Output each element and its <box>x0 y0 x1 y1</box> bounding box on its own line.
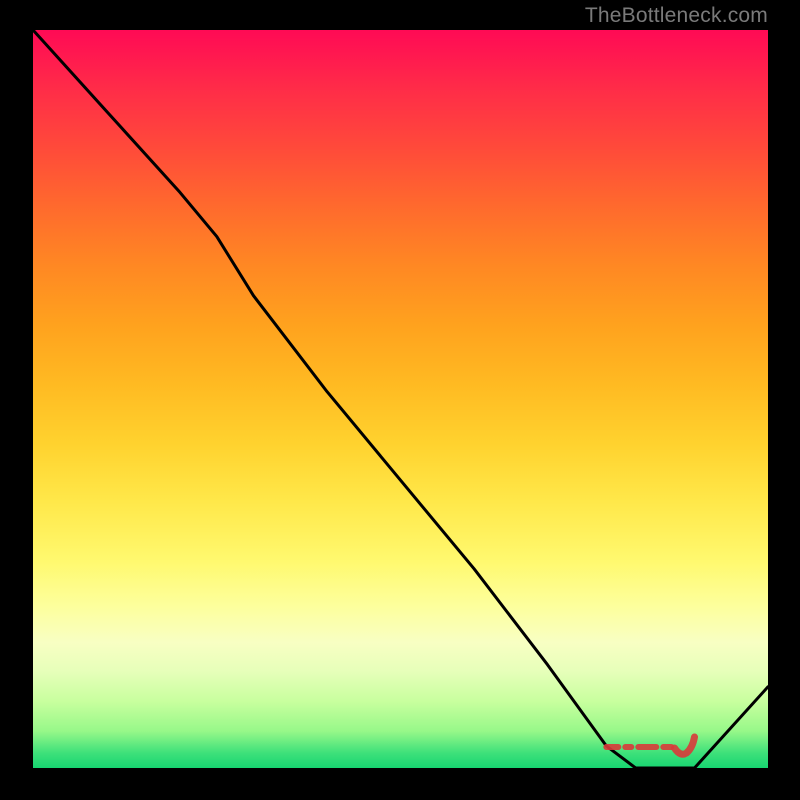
bottleneck-curve <box>33 30 768 768</box>
chart-overlay <box>33 30 768 768</box>
optimal-check-icon <box>675 737 695 754</box>
chart-frame: TheBottleneck.com <box>0 0 800 800</box>
watermark-text: TheBottleneck.com <box>585 4 768 28</box>
